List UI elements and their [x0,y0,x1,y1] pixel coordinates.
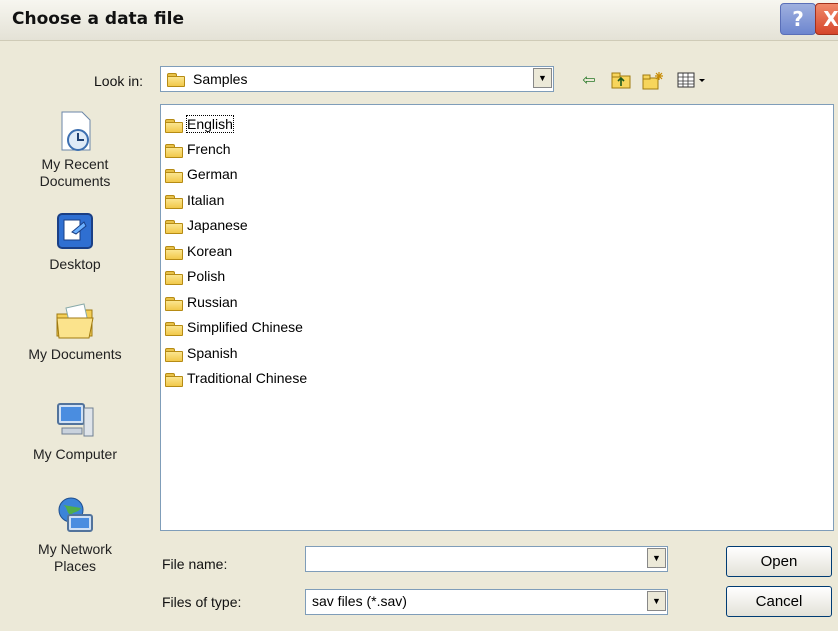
views-menu-icon[interactable] [674,71,710,91]
chevron-down-icon[interactable]: ▼ [647,591,666,611]
folder-name: German [187,166,238,182]
place-label: Desktop [49,256,101,272]
folder-name: French [187,141,231,157]
back-icon[interactable]: ⇦ [578,71,600,91]
file-type-value: sav files (*.sav) [312,593,407,609]
folder-icon [165,270,183,285]
recent-documents-icon [54,110,96,152]
file-type-dropdown[interactable]: sav files (*.sav) ▼ [305,589,668,615]
file-name-label: File name: [162,556,228,572]
list-item[interactable]: German [165,163,238,185]
folder-icon [165,118,183,133]
place-label: My Computer [32,446,118,462]
list-item[interactable]: Simplified Chinese [165,316,303,338]
file-name-combo[interactable]: ▼ [305,546,668,572]
list-item[interactable]: Traditional Chinese [165,367,307,389]
look-in-label: Look in: [94,73,144,89]
folder-icon [165,194,183,209]
folder-icon [165,143,183,158]
chevron-down-icon[interactable]: ▼ [647,548,666,568]
folder-icon [165,219,183,234]
my-computer-icon [54,400,96,442]
chevron-down-icon[interactable]: ▼ [533,68,552,88]
my-documents-icon [54,300,96,342]
file-type-label: Files of type: [162,594,242,610]
title-bar: Choose a data file ? X [0,0,838,41]
folder-icon [165,168,183,183]
place-label: My Network [38,541,112,557]
place-label: My Documents [28,346,122,362]
list-item[interactable]: French [165,138,231,160]
list-item[interactable]: English [165,113,234,135]
list-item[interactable]: Japanese [165,214,248,236]
list-item[interactable]: Italian [165,189,224,211]
place-my-computer[interactable]: My Computer [0,400,150,463]
folder-name: Simplified Chinese [187,319,303,335]
folder-name: Korean [187,243,233,259]
look-in-dropdown[interactable]: Samples ▼ [160,66,554,92]
folder-name: Spanish [187,345,238,361]
network-places-icon [54,495,96,537]
list-item[interactable]: Polish [165,265,225,287]
list-item[interactable]: Spanish [165,342,238,364]
folder-icon [165,347,183,362]
close-button[interactable]: X [815,3,838,35]
place-label: Places [53,558,97,574]
folder-icon [165,372,183,387]
list-item[interactable]: Korean [165,240,232,262]
folder-name: Japanese [187,217,248,233]
places-bar: My Recent Documents Desktop My Documents… [0,100,150,620]
folder-icon [165,296,183,311]
place-desktop[interactable]: Desktop [0,210,150,273]
help-button[interactable]: ? [780,3,816,35]
new-folder-icon[interactable] [642,71,664,91]
place-label: My Recent [41,156,109,172]
look-in-value: Samples [193,71,248,87]
file-list[interactable]: English French German Italian Japanese K… [160,104,834,531]
place-label: Documents [39,173,111,189]
folder-name: Polish [187,268,226,284]
folder-name: English [186,115,234,133]
open-button[interactable]: Open [726,546,832,577]
folder-name: Russian [187,294,238,310]
desktop-icon [54,210,96,252]
dialog-title: Choose a data file [12,9,185,29]
folder-name: Italian [187,192,225,208]
folder-icon [165,321,183,336]
place-my-documents[interactable]: My Documents [0,300,150,363]
folder-name: Traditional Chinese [187,370,308,386]
place-recent-documents[interactable]: My Recent Documents [0,110,150,190]
folder-icon [167,73,185,87]
place-network-places[interactable]: My Network Places [0,495,150,575]
list-item[interactable]: Russian [165,291,238,313]
up-folder-icon[interactable] [610,71,632,91]
cancel-button[interactable]: Cancel [726,586,832,617]
folder-icon [165,245,183,260]
